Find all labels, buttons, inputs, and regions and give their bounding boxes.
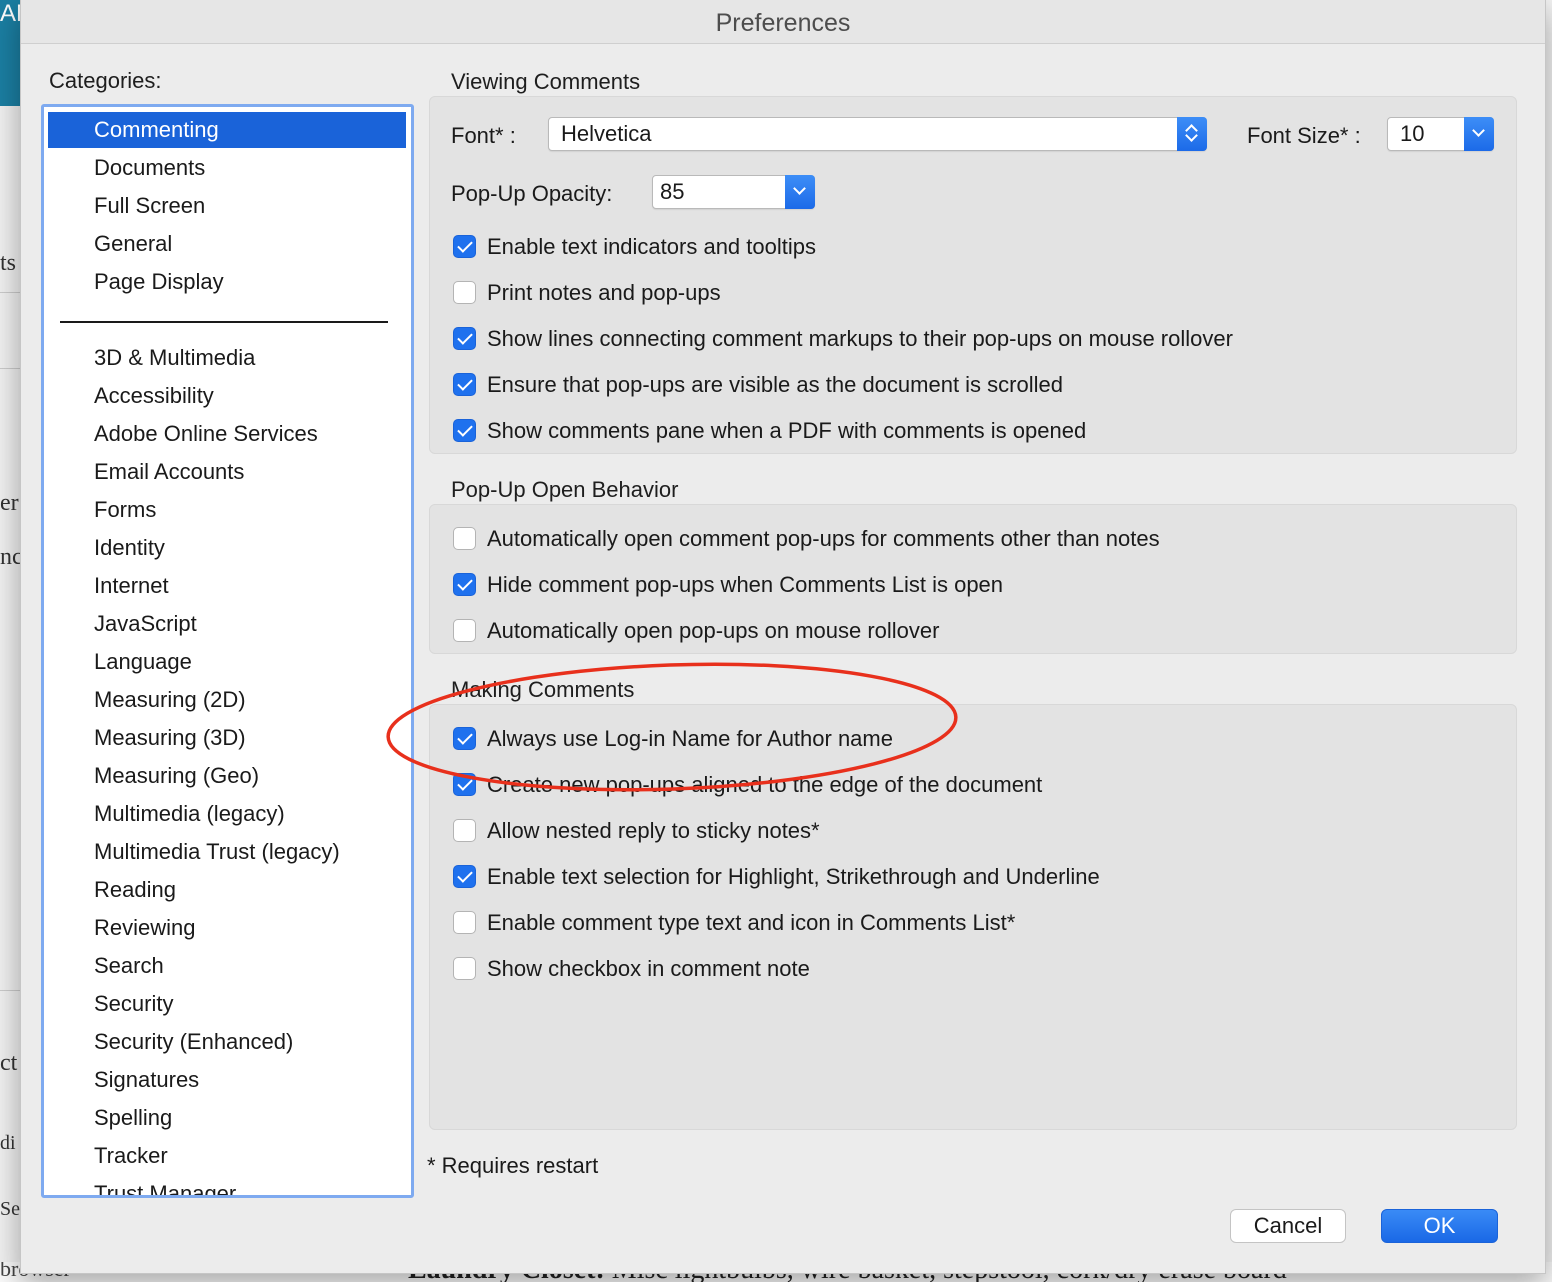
stepper-arrows-icon[interactable] — [1177, 117, 1207, 151]
checkbox[interactable] — [453, 865, 476, 888]
chevron-down-icon[interactable] — [785, 175, 815, 209]
font-label: Font* : — [451, 123, 516, 148]
chevron-down-glyph — [793, 182, 806, 195]
background-divider — [0, 990, 20, 991]
popup-opacity-value: 85 — [660, 179, 685, 204]
option-label: Create new pop-ups aligned to the edge o… — [487, 772, 1043, 797]
category-reading[interactable]: Reading — [48, 872, 406, 908]
option-label: Always use Log-in Name for Author name — [487, 726, 893, 751]
categories-separator — [60, 321, 388, 323]
chevron-down-glyph — [1472, 124, 1485, 137]
checkbox[interactable] — [453, 373, 476, 396]
checkbox[interactable] — [453, 573, 476, 596]
chevron-down-icon[interactable] — [1464, 117, 1494, 151]
category-identity[interactable]: Identity — [48, 530, 406, 566]
popup-opacity-select[interactable]: 85 — [652, 175, 815, 209]
font-size-label: Font Size* : — [1247, 123, 1361, 148]
checkbox[interactable] — [453, 911, 476, 934]
option-label: Hide comment pop-ups when Comments List … — [487, 572, 1004, 597]
category-commenting[interactable]: Commenting — [48, 112, 406, 148]
background-divider — [0, 292, 20, 293]
checkbox[interactable] — [453, 527, 476, 550]
checkbox[interactable] — [453, 957, 476, 980]
font-select-value: Helvetica — [561, 121, 652, 146]
background-fragment: ct — [0, 1050, 18, 1076]
option-label: Show lines connecting comment markups to… — [487, 326, 1233, 351]
dialog-title: Preferences — [21, 0, 1545, 44]
font-size-value: 10 — [1400, 121, 1425, 146]
checkbox[interactable] — [453, 619, 476, 642]
checkbox[interactable] — [453, 419, 476, 442]
category-reviewing[interactable]: Reviewing — [48, 910, 406, 946]
category-forms[interactable]: Forms — [48, 492, 406, 528]
checkbox[interactable] — [453, 819, 476, 842]
category-email-accounts[interactable]: Email Accounts — [48, 454, 406, 490]
checkbox[interactable] — [453, 327, 476, 350]
background-left-strip: ts er nc ct di Se — [0, 106, 23, 1282]
category-adobe-online-services[interactable]: Adobe Online Services — [48, 416, 406, 452]
popup-behavior-title: Pop-Up Open Behavior — [451, 477, 679, 502]
category-security-enhanced[interactable]: Security (Enhanced) — [48, 1024, 406, 1060]
option-label: Enable text indicators and tooltips — [487, 234, 816, 259]
category-javascript[interactable]: JavaScript — [48, 606, 406, 642]
option-label: Automatically open comment pop-ups for c… — [487, 526, 1160, 551]
option-label: Show checkbox in comment note — [487, 956, 810, 981]
category-security[interactable]: Security — [48, 986, 406, 1022]
option-label: Enable text selection for Highlight, Str… — [487, 864, 1100, 889]
background-fragment: di — [0, 1132, 16, 1154]
background-fragment: er — [0, 490, 19, 516]
option-label: Automatically open pop-ups on mouse roll… — [487, 618, 940, 643]
category-trust-manager[interactable]: Trust Manager — [48, 1176, 406, 1195]
category-spelling[interactable]: Spelling — [48, 1100, 406, 1136]
option-label: Enable comment type text and icon in Com… — [487, 910, 1016, 935]
category-tracker[interactable]: Tracker — [48, 1138, 406, 1174]
categories-label: Categories: — [49, 68, 162, 93]
checkbox[interactable] — [453, 235, 476, 258]
background-app-header: AM — [0, 0, 36, 106]
category-measuring-3d[interactable]: Measuring (3D) — [48, 720, 406, 756]
category-language[interactable]: Language — [48, 644, 406, 680]
category-page-display[interactable]: Page Display — [48, 264, 406, 300]
category-accessibility[interactable]: Accessibility — [48, 378, 406, 414]
categories-list[interactable]: Commenting Documents Full Screen General… — [41, 104, 414, 1198]
category-full-screen[interactable]: Full Screen — [48, 188, 406, 224]
making-comments-title: Making Comments — [451, 677, 635, 702]
background-fragment: ts — [0, 250, 17, 276]
background-divider — [0, 368, 20, 369]
category-multimedia-trust-legacy[interactable]: Multimedia Trust (legacy) — [48, 834, 406, 870]
category-search[interactable]: Search — [48, 948, 406, 984]
font-select[interactable]: Helvetica — [548, 117, 1207, 151]
category-measuring-geo[interactable]: Measuring (Geo) — [48, 758, 406, 794]
checkbox[interactable] — [453, 727, 476, 750]
background-fragment: Se — [0, 1198, 20, 1220]
option-label: Allow nested reply to sticky notes* — [487, 818, 820, 843]
requires-restart-note: * Requires restart — [427, 1153, 599, 1178]
viewing-comments-title: Viewing Comments — [451, 69, 641, 94]
category-internet[interactable]: Internet — [48, 568, 406, 604]
ok-button[interactable]: OK — [1381, 1209, 1498, 1243]
checkbox[interactable] — [453, 773, 476, 796]
option-label: Show comments pane when a PDF with comme… — [487, 418, 1087, 443]
option-label: Print notes and pop-ups — [487, 280, 721, 305]
checkbox[interactable] — [453, 281, 476, 304]
preferences-dialog: Preferences Categories: Commenting Docum… — [20, 0, 1546, 1274]
font-size-select[interactable]: 10 — [1387, 117, 1494, 151]
category-measuring-2d[interactable]: Measuring (2D) — [48, 682, 406, 718]
category-documents[interactable]: Documents — [48, 150, 406, 186]
category-general[interactable]: General — [48, 226, 406, 262]
cancel-button[interactable]: Cancel — [1230, 1209, 1346, 1243]
popup-opacity-label: Pop-Up Opacity: — [451, 181, 613, 206]
category-signatures[interactable]: Signatures — [48, 1062, 406, 1098]
category-3d-multimedia[interactable]: 3D & Multimedia — [48, 340, 406, 376]
category-multimedia-legacy[interactable]: Multimedia (legacy) — [48, 796, 406, 832]
option-label: Ensure that pop-ups are visible as the d… — [487, 372, 1063, 397]
